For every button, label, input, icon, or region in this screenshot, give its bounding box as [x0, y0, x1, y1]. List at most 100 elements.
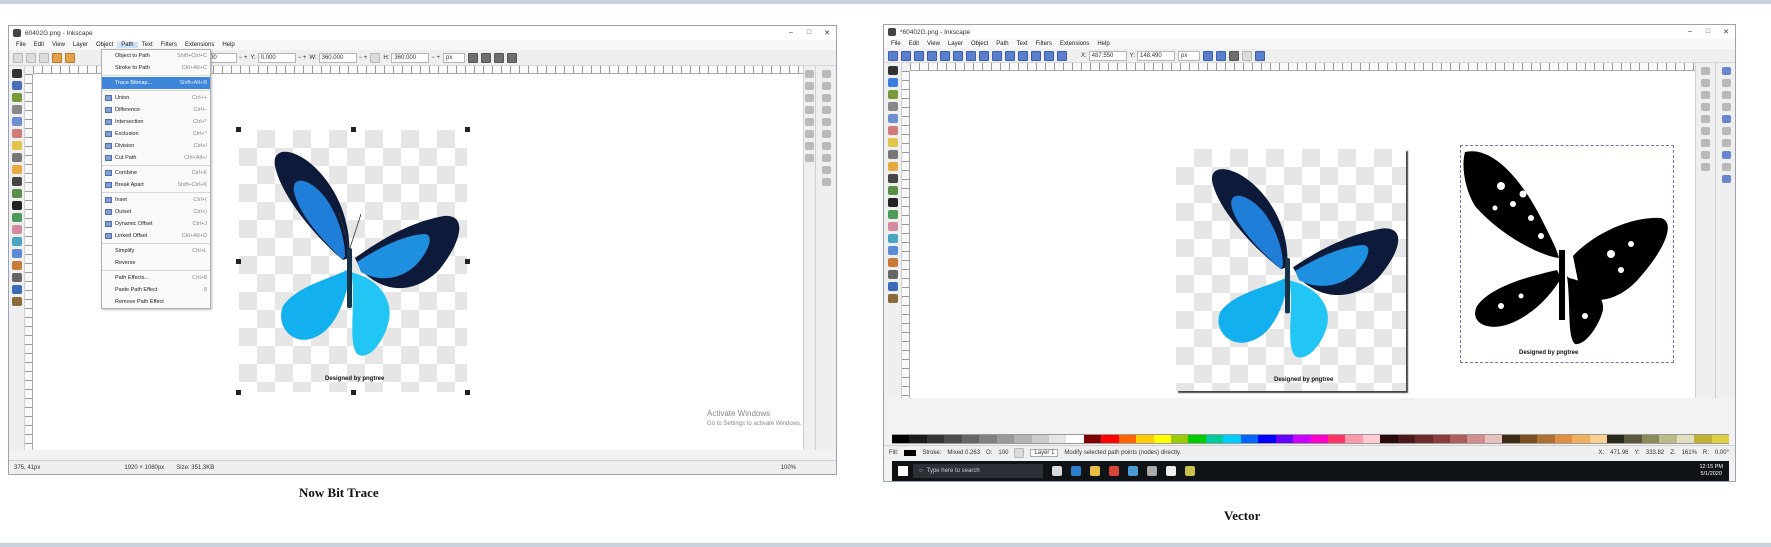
maximize-button[interactable]: □	[1699, 28, 1717, 36]
snap-icon-2[interactable]	[821, 82, 831, 90]
dock-icon-6[interactable]	[1701, 127, 1710, 135]
menu-item-intersection[interactable]: Intersection Ctrl+*	[102, 116, 210, 128]
menu-item-inset[interactable]: Inset Ctrl+(	[102, 194, 210, 206]
insert-node-icon[interactable]	[888, 50, 898, 61]
menu-path[interactable]: Path	[117, 42, 138, 48]
menu-help[interactable]: Help	[1093, 41, 1113, 47]
cusp-node-icon[interactable]	[966, 50, 976, 61]
snap-icon-4[interactable]	[821, 106, 831, 114]
transform-stroke-icon[interactable]	[468, 52, 478, 63]
task-view-icon[interactable]	[1052, 466, 1062, 476]
menu-item-stroke-to-path[interactable]: Stroke to Path Ctrl+Alt+C	[102, 62, 210, 74]
object-to-path-icon[interactable]	[1044, 50, 1054, 61]
pencil-tool-icon[interactable]	[11, 165, 22, 174]
menu-text[interactable]: Text	[1013, 41, 1032, 47]
menu-file[interactable]: File	[12, 42, 30, 48]
zoom-level[interactable]: 100%	[781, 465, 836, 471]
menu-item-path-effects[interactable]: Path Effects... Ctrl+8	[102, 272, 210, 284]
snap-icon-6[interactable]	[1722, 127, 1731, 135]
lock-icon[interactable]	[370, 52, 381, 63]
snap-icon-8[interactable]	[1722, 151, 1731, 159]
menu-object[interactable]: Object	[92, 42, 117, 48]
show-transform-handles-icon[interactable]	[1229, 50, 1240, 61]
close-button[interactable]: ✕	[818, 29, 836, 37]
calligraphy-tool-icon[interactable]	[11, 189, 22, 198]
pen-tool-icon[interactable]	[11, 177, 22, 186]
edit-mask-icon[interactable]	[1216, 50, 1227, 61]
spray-tool-icon[interactable]	[887, 210, 898, 219]
join-nodes-icon[interactable]	[914, 50, 924, 61]
snap-icon-10[interactable]	[821, 178, 831, 186]
menu-edit[interactable]: Edit	[30, 42, 48, 48]
selector-tool-icon[interactable]	[887, 66, 898, 75]
dock-icon-8[interactable]	[1701, 151, 1710, 159]
edit-clip-icon[interactable]	[1203, 50, 1214, 61]
rect-tool-icon[interactable]	[887, 114, 898, 123]
dock-icon-1[interactable]	[1701, 67, 1710, 75]
stroke-value[interactable]: Mixed 0.263	[947, 450, 980, 456]
snap-icon-9[interactable]	[1722, 163, 1731, 171]
edge-browser-icon[interactable]	[1071, 466, 1081, 476]
selection-handle-ne[interactable]	[465, 127, 470, 132]
hide-layer-icon[interactable]	[1014, 447, 1025, 458]
snap-icon-8[interactable]	[821, 154, 831, 162]
menu-layer[interactable]: Layer	[944, 41, 967, 47]
snap-icon-9[interactable]	[821, 166, 831, 174]
h-field[interactable]: H: 360.000 − +	[383, 52, 440, 63]
rotate-ccw-icon[interactable]	[52, 52, 62, 63]
menu-layer[interactable]: Layer	[69, 42, 92, 48]
selection-handle-w[interactable]	[236, 259, 241, 264]
zoom-tool-icon[interactable]	[887, 102, 898, 111]
selection-handle-sw[interactable]	[236, 390, 241, 395]
layer-select[interactable]: Layer 1	[1030, 448, 1059, 457]
file-explorer-icon[interactable]	[1090, 466, 1100, 476]
menu-item-union[interactable]: Union Ctrl++	[102, 92, 210, 104]
node-tool-icon[interactable]	[887, 78, 898, 87]
snap-icon-4[interactable]	[1722, 103, 1731, 111]
dock-icon-4[interactable]	[805, 106, 814, 114]
menu-view[interactable]: View	[923, 41, 944, 47]
show-handles-icon[interactable]	[1242, 50, 1253, 61]
circle-tool-icon[interactable]	[11, 129, 22, 138]
dock-icon-1[interactable]	[805, 70, 814, 78]
rotation-value[interactable]: 0.00°	[1715, 450, 1735, 456]
curve-segment-icon[interactable]	[1031, 50, 1041, 61]
selection-handle-s[interactable]	[351, 390, 356, 395]
menu-item-division[interactable]: Division Ctrl+/	[102, 140, 210, 152]
menu-view[interactable]: View	[48, 42, 69, 48]
menu-filters[interactable]: Filters	[157, 42, 181, 48]
original-bitmap[interactable]: Designed by pngtree	[1176, 149, 1406, 391]
menu-item-outset[interactable]: Outset Ctrl+)	[102, 206, 210, 218]
dock-icon-8[interactable]	[805, 154, 814, 162]
snap-icon-3[interactable]	[1722, 91, 1731, 99]
transform-corners-icon[interactable]	[481, 52, 491, 63]
minimize-button[interactable]: –	[1681, 28, 1699, 36]
eraser-tool-icon[interactable]	[11, 225, 22, 234]
y-field[interactable]: Y: 148.490	[1130, 50, 1176, 61]
windows-start-icon[interactable]	[898, 466, 908, 476]
dock-icon-5[interactable]	[805, 118, 814, 126]
spiral-tool-icon[interactable]	[887, 150, 898, 159]
text-tool-icon[interactable]	[11, 201, 22, 210]
bucket-tool-icon[interactable]	[11, 237, 22, 246]
menu-item-trace-bitmap[interactable]: Trace Bitmap... Shift+Alt+B	[102, 77, 210, 89]
y-field[interactable]: Y: 0.000 − +	[250, 52, 306, 63]
mesh-tool-icon[interactable]	[887, 258, 898, 267]
pencil-tool-icon[interactable]	[887, 162, 898, 171]
snap-icon-10[interactable]	[1722, 175, 1731, 183]
menu-help[interactable]: Help	[218, 42, 238, 48]
dropper-tool-icon[interactable]	[887, 270, 898, 279]
delete-node-icon[interactable]	[901, 50, 911, 61]
menu-item-paste-path-effect[interactable]: Paste Path Effect 8	[102, 284, 210, 296]
maximize-button[interactable]: □	[800, 29, 818, 37]
tweak-tool-icon[interactable]	[11, 93, 22, 102]
menu-filters[interactable]: Filters	[1032, 41, 1056, 47]
dock-icon-4[interactable]	[1701, 103, 1710, 111]
fill-swatch[interactable]	[904, 449, 917, 456]
transform-gradient-icon[interactable]	[494, 52, 504, 63]
gradient-tool-icon[interactable]	[11, 249, 22, 258]
spray-tool-icon[interactable]	[11, 213, 22, 222]
star-tool-icon[interactable]	[11, 141, 22, 150]
delete-segment-icon[interactable]	[953, 50, 963, 61]
menu-path[interactable]: Path	[992, 41, 1012, 47]
